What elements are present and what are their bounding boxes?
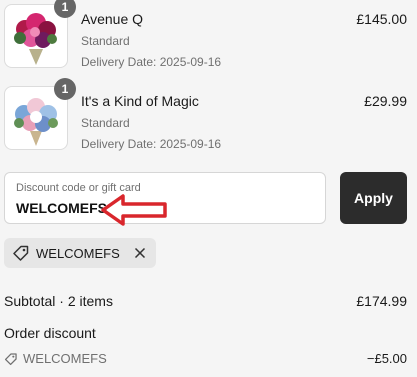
delivery-date: Delivery Date: 2025-09-16 — [81, 137, 222, 151]
tag-icon — [13, 245, 29, 261]
item-price: £29.99 — [364, 93, 407, 109]
discount-code-input[interactable]: Discount code or gift card WELCOMEFS — [4, 172, 326, 226]
quantity-badge: 1 — [54, 78, 76, 100]
tag-icon — [4, 353, 17, 366]
delivery-date: Delivery Date: 2025-09-16 — [81, 55, 222, 69]
product-variant: Standard — [81, 34, 130, 48]
close-icon[interactable] — [134, 247, 146, 259]
product-thumbnail: 1 — [4, 0, 76, 68]
apply-button[interactable]: Apply — [340, 172, 407, 224]
order-discount-label: Order discount — [4, 325, 96, 341]
applied-discount-tag: WELCOMEFS — [4, 238, 156, 268]
product-variant: Standard — [81, 116, 130, 130]
applied-discount-code: WELCOMEFS — [36, 245, 120, 261]
subtotal-label: Subtotal · 2 items — [4, 293, 113, 309]
cart-item: 1 Avenue Q Standard Delivery Date: 2025-… — [4, 0, 411, 72]
subtotal-value: £174.99 — [356, 293, 407, 309]
discount-amount: −£5.00 — [366, 351, 407, 366]
cart-item: 1 It's a Kind of Magic Standard Delivery… — [4, 78, 411, 154]
product-name: Avenue Q — [81, 11, 144, 27]
product-thumbnail: 1 — [4, 78, 76, 150]
quantity-badge: 1 — [54, 0, 76, 18]
item-price: £145.00 — [356, 11, 407, 27]
subtotal-row: Subtotal · 2 items £174.99 — [4, 292, 407, 310]
red-arrow-icon — [101, 194, 167, 226]
product-name: It's a Kind of Magic — [81, 93, 199, 109]
order-discount-row: Order discount — [4, 324, 407, 342]
summary-discount-code: WELCOMEFS — [23, 351, 107, 366]
discount-field-value: WELCOMEFS — [16, 200, 107, 216]
discount-form: Discount code or gift card WELCOMEFS App… — [4, 172, 411, 226]
